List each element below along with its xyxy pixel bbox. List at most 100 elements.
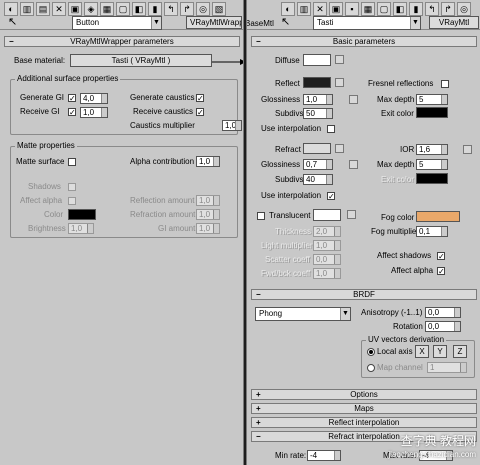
gi-amount-spinner[interactable]: 1,0 [196,223,220,234]
fresnel-checkbox[interactable] [441,80,449,88]
show-map-icon[interactable]: ◧ [393,2,407,16]
refl-exit-color-swatch[interactable] [416,107,448,118]
translucent-color-swatch[interactable] [313,209,341,221]
local-axis-radio[interactable] [367,348,375,356]
ior-spinner[interactable]: 1,6 [416,144,448,155]
spinner-arrows-icon[interactable] [454,322,460,331]
spinner-arrows-icon[interactable] [213,210,219,219]
wrapper-params-rollout[interactable]: − VRayMtlWrapper parameters [4,36,240,47]
material-effects-icon[interactable]: ▢ [116,2,130,16]
spinner-arrows-icon[interactable] [326,175,332,184]
spinner-arrows-icon[interactable] [326,160,332,169]
receive-gi-checkbox[interactable]: ✓ [68,108,76,117]
spinner-arrows-icon[interactable] [334,255,340,264]
spinner-arrows-icon[interactable] [101,94,107,103]
reflect-map-button[interactable] [335,78,344,87]
refract-color-swatch[interactable] [303,143,331,154]
receive-caustics-checkbox[interactable]: ✓ [196,108,204,117]
show-end-result-icon[interactable]: ▮ [409,2,423,16]
get-material-icon[interactable]: ◐ [4,2,18,16]
make-unique-icon[interactable]: ◈ [84,2,98,16]
affect-alpha-checkbox[interactable]: ✓ [437,267,445,276]
spinner-arrows-icon[interactable] [334,451,340,460]
go-to-parent-icon[interactable]: ↰ [425,2,439,16]
material-name-field[interactable]: Button ▼ [72,16,162,30]
axis-z-button[interactable]: Z [453,345,467,358]
refl-glossiness-map-button[interactable] [349,95,358,104]
go-forward-sibling-icon[interactable]: ↱ [441,2,455,16]
reflection-amount-spinner[interactable]: 1,0 [196,195,220,206]
spinner-arrows-icon[interactable] [235,121,241,130]
generate-caustics-checkbox[interactable]: ✓ [196,94,204,103]
anisotropy-spinner[interactable]: 0,0 [425,307,461,318]
spinner-arrows-icon[interactable] [334,269,340,278]
brdf-type-dropdown[interactable]: Phong ▼ [255,307,351,321]
ior-map-button[interactable] [463,145,472,154]
fwd-bck-coeff-spinner[interactable]: 1,0 [313,268,341,279]
affect-alpha-checkbox[interactable] [68,197,76,205]
spinner-arrows-icon[interactable] [441,160,447,169]
get-material-icon[interactable]: ◐ [281,2,295,16]
options-rollout[interactable]: + Options [251,389,477,400]
material-type-button[interactable]: VRayMtlWrapp [186,16,242,29]
put-to-library-icon[interactable]: ▦ [361,2,375,16]
put-to-library-icon[interactable]: ▦ [100,2,114,16]
matte-surface-checkbox[interactable] [68,158,76,166]
chevron-down-icon[interactable]: ▼ [151,17,161,29]
refraction-amount-spinner[interactable]: 1,0 [196,209,220,220]
map-channel-spinner[interactable]: 1 [427,362,467,373]
pick-material-icon[interactable]: ↖ [281,17,290,28]
spinner-arrows-icon[interactable] [441,145,447,154]
spinner-arrows-icon[interactable] [213,157,219,166]
show-end-result-icon[interactable]: ▮ [148,2,162,16]
base-material-button[interactable]: Tasti ( VRayMtl ) [70,54,212,67]
refract-map-button[interactable] [335,144,344,153]
make-copy-icon[interactable]: ▣ [329,2,343,16]
shadows-checkbox[interactable] [68,183,76,191]
generate-gi-spinner[interactable]: 4,0 [80,93,108,104]
caustics-multiplier-spinner[interactable]: 1,0 [222,120,242,131]
save-icon[interactable]: ▪ [345,2,359,16]
assign-material-icon[interactable]: ▤ [36,2,50,16]
brdf-rollout[interactable]: − BRDF [251,289,477,300]
material-effects-icon[interactable]: ▢ [377,2,391,16]
put-to-scene-icon[interactable]: ▥ [297,2,311,16]
go-forward-sibling-icon[interactable]: ↱ [180,2,194,16]
fog-multiplier-spinner[interactable]: 0,1 [416,226,448,237]
matte-color-swatch[interactable] [68,209,96,220]
refr-exit-color-swatch[interactable] [416,173,448,184]
map-channel-radio[interactable] [367,364,375,372]
put-to-scene-icon[interactable]: ▥ [20,2,34,16]
diffuse-map-button[interactable] [335,55,344,64]
spinner-arrows-icon[interactable] [334,227,340,236]
spinner-arrows-icon[interactable] [326,95,332,104]
refl-subdivs-spinner[interactable]: 50 [303,108,333,119]
fog-color-swatch[interactable] [416,211,460,222]
affect-shadows-checkbox[interactable]: ✓ [437,252,445,261]
spinner-arrows-icon[interactable] [334,241,340,250]
show-map-icon[interactable]: ◧ [132,2,146,16]
spinner-arrows-icon[interactable] [441,227,447,236]
alpha-contribution-spinner[interactable]: 1,0 [196,156,220,167]
brightness-spinner[interactable]: 1,0 [68,223,94,234]
axis-x-button[interactable]: X [415,345,429,358]
go-to-parent-icon[interactable]: ↰ [164,2,178,16]
spinner-arrows-icon[interactable] [326,109,332,118]
spinner-arrows-icon[interactable] [454,308,460,317]
refr-glossiness-map-button[interactable] [349,160,358,169]
reflect-color-swatch[interactable] [303,77,331,88]
refl-glossiness-spinner[interactable]: 1,0 [303,94,333,105]
chevron-down-icon[interactable]: ▼ [410,17,420,29]
refl-max-depth-spinner[interactable]: 5 [416,94,448,105]
refr-use-interpolation-checkbox[interactable]: ✓ [327,192,335,201]
select-by-material-icon[interactable]: ◎ [196,2,210,16]
spinner-arrows-icon[interactable] [87,224,93,233]
refr-glossiness-spinner[interactable]: 0,7 [303,159,333,170]
pick-material-icon[interactable]: ↖ [8,17,17,28]
make-copy-icon[interactable]: ▣ [68,2,82,16]
light-multiplier-spinner[interactable]: 1,0 [313,240,341,251]
translucent-checkbox[interactable] [257,212,265,220]
material-type-button[interactable]: VRayMtl [429,16,479,29]
rotation-spinner[interactable]: 0,0 [425,321,461,332]
thickness-spinner[interactable]: 2,0 [313,226,341,237]
